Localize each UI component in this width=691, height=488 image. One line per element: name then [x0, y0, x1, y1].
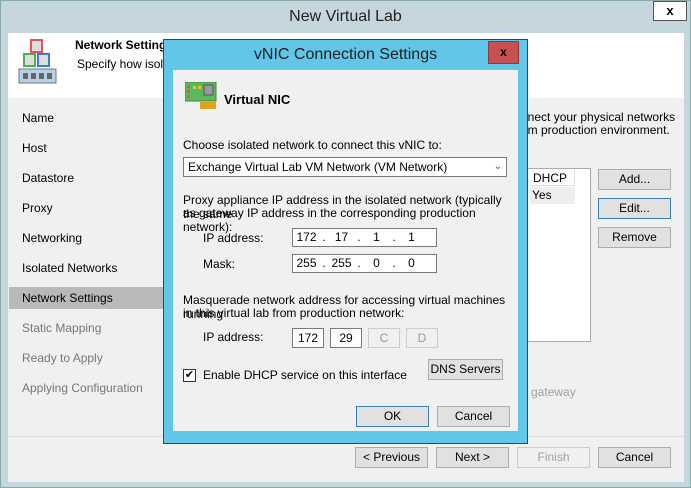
cancel-button[interactable]: Cancel: [598, 447, 671, 468]
dhcp-checkbox[interactable]: ✔: [183, 369, 196, 382]
nav-item-static-mapping: Static Mapping: [22, 321, 102, 335]
window-title: New Virtual Lab: [289, 8, 402, 25]
table-cell-dhcp[interactable]: Yes: [530, 187, 575, 204]
nav-item-name[interactable]: Name: [22, 111, 54, 125]
isolated-network-value: Exchange Virtual Lab VM Network (VM Netw…: [188, 160, 448, 174]
network-card-icon: [185, 82, 217, 109]
masquerade-octet-a[interactable]: 172: [292, 328, 324, 348]
masquerade-octet-d: D: [406, 328, 438, 348]
masquerade-ip-label: IP address:: [203, 330, 264, 344]
next-button[interactable]: Next >: [436, 447, 509, 468]
masquerade-octet-c: C: [368, 328, 400, 348]
previous-button[interactable]: < Previous: [355, 447, 428, 468]
nav-item-proxy[interactable]: Proxy: [22, 201, 53, 215]
remove-button[interactable]: Remove: [598, 227, 671, 248]
dialog-title: vNIC Connection Settings: [253, 46, 438, 63]
dialog-close-button[interactable]: x: [488, 41, 519, 64]
octet-separator: .: [357, 230, 361, 244]
mask-octet-3[interactable]: 0: [363, 255, 390, 272]
checkmark-icon: ✔: [184, 369, 195, 381]
mask-octet-1[interactable]: 255: [293, 255, 320, 272]
column-header-dhcp[interactable]: DHCP: [530, 170, 575, 186]
gateway-text: e gateway: [521, 385, 576, 399]
masquerade-octet-b[interactable]: 29: [330, 328, 362, 348]
octet-separator: .: [322, 256, 326, 270]
chevron-down-icon: ⌄: [493, 161, 502, 172]
dialog-heading: Virtual NIC: [224, 92, 291, 107]
nav-item-host[interactable]: Host: [22, 141, 47, 155]
edit-button[interactable]: Edit...: [598, 198, 671, 219]
masquerade-label-2: in this virtual lab from production netw…: [183, 306, 405, 320]
ip-octet-1[interactable]: 172: [293, 229, 320, 246]
ip-address-field[interactable]: 172. 17. 1. 1: [292, 228, 437, 247]
mask-octet-2[interactable]: 255: [328, 255, 355, 272]
ok-button[interactable]: OK: [356, 406, 429, 427]
octet-separator: .: [322, 230, 326, 244]
header-title: Network Settings: [75, 38, 174, 52]
nav-item-ready-to-apply: Ready to Apply: [22, 351, 103, 365]
nav-item-applying-configuration: Applying Configuration: [22, 381, 143, 395]
virtual-lab-icon: [18, 39, 57, 84]
ip-octet-4[interactable]: 1: [398, 229, 425, 246]
finish-button: Finish: [517, 447, 590, 468]
octet-separator: .: [392, 256, 396, 270]
nav-item-isolated-networks[interactable]: Isolated Networks: [22, 261, 117, 275]
nav-item-datastore[interactable]: Datastore: [22, 171, 74, 185]
dns-servers-button[interactable]: DNS Servers: [428, 359, 503, 380]
step-description-2: om production environment.: [521, 123, 670, 137]
octet-separator: .: [392, 230, 396, 244]
nav-item-network-settings[interactable]: Network Settings: [22, 291, 113, 305]
step-description-1: nnect your physical networks: [521, 110, 676, 124]
mask-field[interactable]: 255. 255. 0. 0: [292, 254, 437, 273]
dialog-panel: Virtual NIC Choose isolated network to c…: [173, 70, 518, 431]
isolated-network-select[interactable]: Exchange Virtual Lab VM Network (VM Netw…: [183, 157, 507, 177]
networks-table[interactable]: DHCP Yes: [521, 168, 591, 342]
window-close-button[interactable]: x: [653, 1, 687, 21]
ip-address-label: IP address:: [203, 231, 264, 245]
vnic-connection-settings-dialog: vNIC Connection Settings x Virtual NIC C…: [163, 39, 528, 444]
dialog-cancel-button[interactable]: Cancel: [437, 406, 510, 427]
ip-octet-3[interactable]: 1: [363, 229, 390, 246]
add-button[interactable]: Add...: [598, 169, 671, 190]
ip-octet-2[interactable]: 17: [328, 229, 355, 246]
dhcp-label: Enable DHCP service on this interface: [203, 368, 407, 382]
mask-label: Mask:: [203, 257, 236, 271]
octet-separator: .: [357, 256, 361, 270]
network-label: Choose isolated network to connect this …: [183, 138, 442, 152]
nav-item-networking[interactable]: Networking: [22, 231, 82, 245]
mask-octet-4[interactable]: 0: [398, 255, 425, 272]
